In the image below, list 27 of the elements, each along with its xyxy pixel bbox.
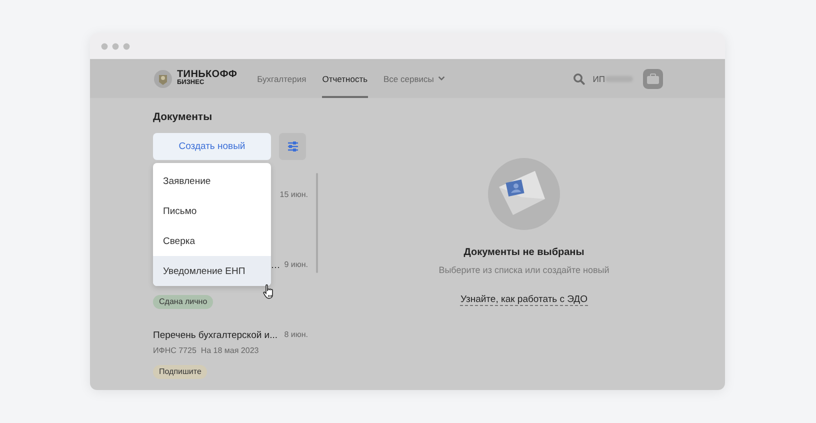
logo-wordmark: ТИНЬКОФФ — [177, 70, 238, 80]
sliders-icon — [286, 141, 298, 152]
document-date: 8 июн. — [284, 330, 308, 341]
briefcase-avatar-icon[interactable] — [643, 68, 663, 88]
window-controls-icon — [101, 42, 131, 50]
search-icon[interactable] — [572, 72, 585, 84]
menu-item[interactable]: Письмо — [153, 196, 271, 226]
edo-help-link[interactable]: Узнайте, как работать с ЭДО — [460, 294, 588, 306]
section-title: Документы — [153, 111, 214, 123]
account-prefix: ИП — [592, 74, 605, 84]
create-new-button[interactable]: Создать новый — [153, 133, 271, 160]
document-title[interactable]: Перечень бухгалтерской и... — [153, 330, 280, 341]
menu-item[interactable]: Сверка — [153, 226, 271, 256]
empty-state-text: Выберите из списка или создайте новый — [438, 265, 610, 275]
document-date: 9 июн. — [284, 260, 308, 271]
menu-item[interactable]: Заявление — [153, 166, 271, 196]
filter-button[interactable] — [279, 133, 306, 160]
status-badge: Сдана лично — [153, 295, 214, 309]
status-badge: Подпишите — [153, 365, 208, 379]
document-date: 15 июн. — [280, 190, 308, 199]
document-title[interactable]: … — [270, 260, 280, 271]
nav-tab[interactable]: Отчетность — [322, 59, 368, 98]
menu-item[interactable]: Уведомление ЕНП — [153, 256, 271, 286]
document-details: ИФНС 7725 На 18 мая 2023 — [153, 346, 259, 355]
hand-cursor-icon — [263, 284, 275, 299]
empty-state-title: Документы не выбраны — [464, 247, 584, 258]
crest-logo-icon — [152, 68, 174, 88]
